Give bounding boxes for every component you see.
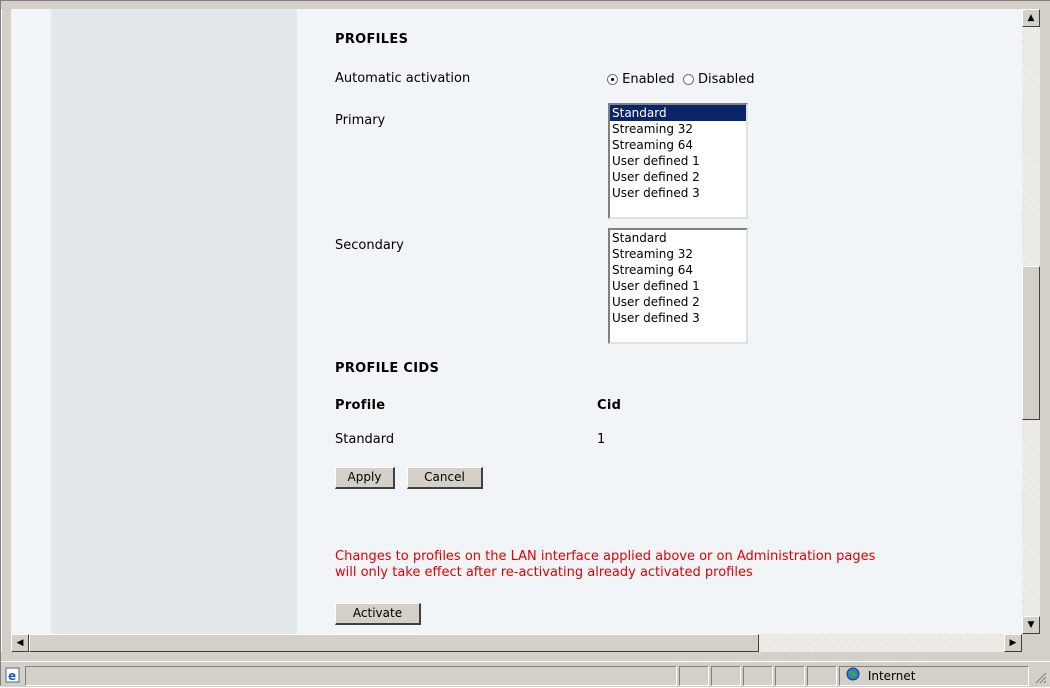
status-bar: e Internet	[1, 661, 1050, 687]
list-item[interactable]: User defined 3	[610, 185, 746, 201]
arrow-right-icon: ▶	[1009, 638, 1017, 648]
scroll-down-button[interactable]: ▼	[1022, 616, 1040, 634]
horizontal-scrollbar[interactable]: ◀ ▶	[11, 634, 1022, 652]
cid-cell: 1	[597, 432, 606, 447]
vertical-scroll-thumb[interactable]	[1022, 266, 1040, 420]
status-pane	[743, 666, 773, 686]
resize-grip-icon[interactable]	[1033, 670, 1047, 684]
arrow-up-icon: ▲	[1027, 13, 1035, 23]
window-top-edge	[1, 1, 1050, 9]
warning-line-2: will only take effect after re-activatin…	[335, 565, 753, 580]
list-item[interactable]: User defined 1	[610, 153, 746, 169]
list-item[interactable]: Streaming 64	[610, 137, 746, 153]
scroll-right-button[interactable]: ▶	[1004, 634, 1022, 652]
page-content: PROFILES Automatic activation Enabled Di…	[11, 9, 1022, 634]
warning-line-1: Changes to profiles on the LAN interface…	[335, 549, 876, 564]
page-margin	[11, 9, 51, 634]
settings-panel: PROFILES Automatic activation Enabled Di…	[297, 9, 1022, 634]
apply-button[interactable]: Apply	[335, 467, 395, 489]
list-item[interactable]: User defined 2	[610, 294, 746, 310]
window-left-edge	[2, 9, 11, 652]
cancel-button[interactable]: Cancel	[407, 467, 483, 489]
secondary-listbox[interactable]: Standard Streaming 32 Streaming 64 User …	[608, 228, 748, 344]
vertical-scrollbar[interactable]: ▲ ▼	[1022, 9, 1040, 634]
list-item[interactable]: Standard	[610, 105, 746, 121]
primary-label: Primary	[335, 113, 386, 128]
zone-label: Internet	[867, 669, 916, 683]
cid-column-header: Cid	[597, 398, 622, 413]
profile-cell: Standard	[335, 432, 395, 447]
status-text-pane	[25, 666, 677, 686]
status-pane	[679, 666, 709, 686]
list-item[interactable]: Streaming 64	[610, 262, 746, 278]
disabled-radio[interactable]	[682, 74, 694, 85]
scroll-up-button[interactable]: ▲	[1022, 9, 1040, 27]
status-pane	[807, 666, 837, 686]
arrow-down-icon: ▼	[1027, 620, 1035, 630]
window-right-edge	[1040, 1, 1050, 661]
window-bottom-edge	[1, 652, 1050, 661]
arrow-left-icon: ◀	[16, 638, 24, 648]
security-zone-pane: Internet	[839, 666, 1029, 686]
activate-button[interactable]: Activate	[335, 603, 421, 625]
list-item[interactable]: User defined 3	[610, 310, 746, 326]
scrollbar-corner	[1022, 634, 1040, 652]
list-item[interactable]: Streaming 32	[610, 121, 746, 137]
list-item[interactable]: Standard	[610, 230, 746, 246]
profile-cids-heading: PROFILE CIDS	[335, 361, 440, 376]
left-navigation-panel	[51, 9, 297, 634]
enabled-radio[interactable]	[607, 74, 618, 85]
status-pane	[775, 666, 805, 686]
horizontal-scroll-thumb[interactable]	[29, 634, 759, 652]
list-item[interactable]: User defined 1	[610, 278, 746, 294]
automatic-activation-radio-group: Enabled Disabled	[607, 72, 754, 87]
disabled-label[interactable]: Disabled	[698, 72, 754, 87]
profiles-heading: PROFILES	[335, 32, 409, 47]
browser-window: PROFILES Automatic activation Enabled Di…	[0, 0, 1050, 687]
primary-listbox[interactable]: Standard Streaming 32 Streaming 64 User …	[608, 103, 748, 219]
enabled-label[interactable]: Enabled	[622, 72, 675, 87]
secondary-label: Secondary	[335, 238, 404, 253]
globe-icon	[846, 667, 860, 686]
ie-page-icon: e	[5, 667, 21, 683]
svg-text:e: e	[8, 669, 16, 683]
list-item[interactable]: Streaming 32	[610, 246, 746, 262]
status-pane	[711, 666, 741, 686]
profile-column-header: Profile	[335, 398, 386, 413]
scroll-left-button[interactable]: ◀	[11, 634, 29, 652]
automatic-activation-label: Automatic activation	[335, 71, 471, 86]
list-item[interactable]: User defined 2	[610, 169, 746, 185]
